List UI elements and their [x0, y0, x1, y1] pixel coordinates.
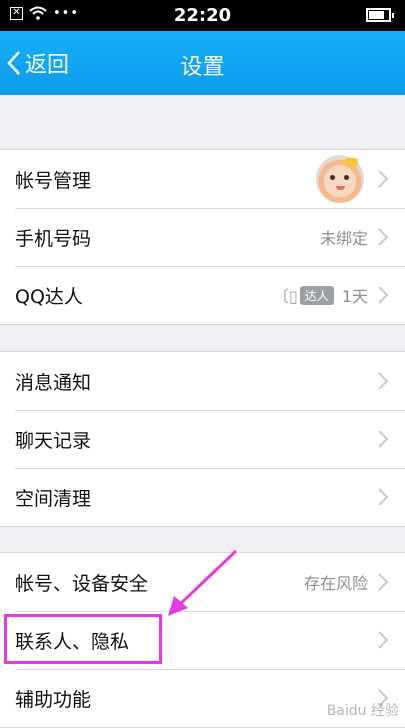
chevron-right-icon: [378, 286, 388, 304]
row-label: QQ达人: [15, 285, 83, 308]
row-phone-number[interactable]: 手机号码 未绑定: [0, 208, 405, 266]
chevron-right-icon: [378, 573, 388, 591]
avatar: [316, 155, 364, 203]
chevron-right-icon: [378, 228, 388, 246]
annotation-arrow-icon: [168, 549, 238, 616]
chevron-right-icon: [378, 430, 388, 448]
chevron-right-icon: [378, 372, 388, 390]
wing-phone-icon: 〔▯: [272, 287, 298, 306]
badge-label: 达人: [299, 285, 334, 305]
row-label: 帐号管理: [15, 169, 92, 192]
row-storage-cleanup[interactable]: 空间清理: [0, 468, 405, 526]
status-time: 22:20: [173, 5, 232, 26]
battery-icon: [366, 8, 394, 22]
row-label: 辅助功能: [15, 688, 92, 711]
chevron-right-icon: [378, 488, 388, 506]
page-title: 设置: [180, 55, 225, 80]
avatar-bow: [344, 158, 358, 167]
watermark: Baidu 经验: [326, 703, 399, 719]
row-value: 1天: [341, 287, 368, 306]
row-value: 未绑定: [319, 229, 368, 248]
row-value: 存在风险: [303, 574, 368, 593]
highlight-box: [4, 614, 162, 664]
nav-bar: 返回 设置: [0, 31, 405, 95]
expert-badge: 〔▯ 达人: [273, 283, 334, 307]
chevron-right-icon: [378, 170, 388, 188]
battery-fill: [369, 11, 385, 19]
row-label: 空间清理: [15, 487, 92, 510]
settings-group-messages: 消息通知 聊天记录 空间清理: [0, 351, 405, 527]
settings-group-account: 帐号管理 手机号码 未绑定 QQ达人 〔▯ 达人 1天: [0, 149, 405, 325]
row-label: 消息通知: [15, 371, 92, 394]
row-chat-history[interactable]: 聊天记录: [0, 410, 405, 468]
row-account-management[interactable]: 帐号管理: [0, 150, 405, 208]
status-bar: ✕ ••• 22:20: [0, 0, 405, 31]
row-label: 手机号码: [15, 227, 92, 250]
chevron-right-icon: [378, 631, 388, 649]
row-qq-expert[interactable]: QQ达人 〔▯ 达人 1天: [0, 266, 405, 324]
row-notifications[interactable]: 消息通知: [0, 352, 405, 410]
row-label: 聊天记录: [15, 429, 92, 452]
